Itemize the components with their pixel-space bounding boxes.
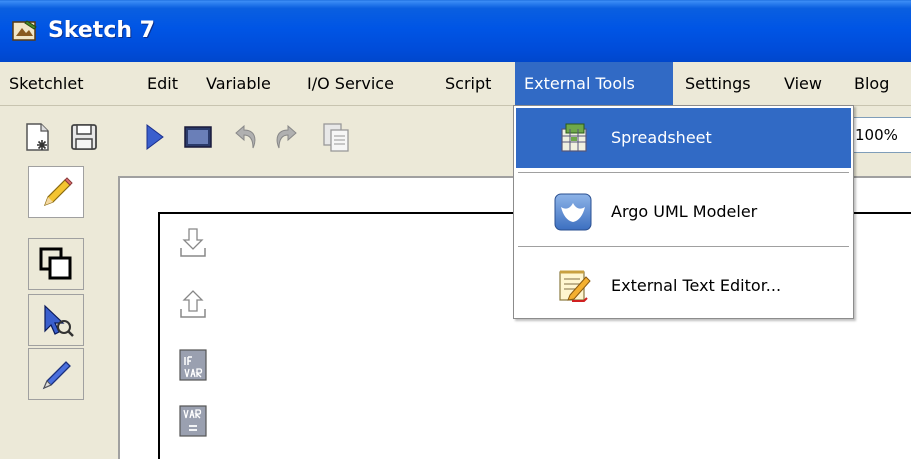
menu-separator <box>518 246 849 248</box>
window-title: Sketch 7 <box>48 18 155 43</box>
layers-icon <box>39 247 72 280</box>
menu-item-label: Argo UML Modeler <box>611 202 758 221</box>
menu-edit[interactable]: Edit <box>138 62 187 105</box>
pencil-tool-button[interactable] <box>28 166 84 218</box>
new-document-icon[interactable] <box>22 121 54 153</box>
menu-item-label: External Text Editor... <box>611 276 782 295</box>
menu-item-external-text-editor[interactable]: External Text Editor... <box>516 256 851 316</box>
menu-item-argo-uml[interactable]: Argo UML Modeler <box>516 182 851 242</box>
inspect-tool-button[interactable] <box>28 294 84 346</box>
tool-panel <box>0 166 115 459</box>
menu-script[interactable]: Script <box>436 62 500 105</box>
import-arrow-icon[interactable] <box>178 226 208 260</box>
menu-view[interactable]: View <box>775 62 831 105</box>
draw-tool-button[interactable] <box>28 348 84 400</box>
layers-tool-button[interactable] <box>28 238 84 290</box>
menu-variable[interactable]: Variable <box>197 62 280 105</box>
save-icon[interactable] <box>68 121 100 153</box>
menu-blog[interactable]: Blog <box>845 62 898 105</box>
menu-item-spreadsheet[interactable]: Spreadsheet <box>516 108 851 168</box>
pencil-icon <box>43 177 73 207</box>
title-bar: Sketch 7 <box>0 0 911 62</box>
undo-icon[interactable] <box>230 121 262 153</box>
menu-settings[interactable]: Settings <box>676 62 760 105</box>
menu-sketchlet[interactable]: Sketchlet <box>0 62 92 105</box>
spreadsheet-icon <box>561 123 587 152</box>
menu-separator <box>518 172 849 174</box>
menu-io-service[interactable]: I/O Service <box>298 62 403 105</box>
zoom-field[interactable]: 100% <box>850 117 911 153</box>
screen-icon[interactable] <box>182 121 214 153</box>
menu-external-tools[interactable]: External Tools <box>515 62 673 105</box>
pen-icon <box>42 361 71 390</box>
copy-icon[interactable] <box>320 121 352 153</box>
argo-uml-icon <box>554 193 592 231</box>
redo-icon[interactable] <box>270 121 302 153</box>
variable-assign-icon[interactable] <box>178 404 208 438</box>
sketch-app-icon <box>12 20 37 41</box>
pointer-zoom-icon <box>44 304 74 337</box>
text-editor-icon <box>559 270 591 302</box>
export-arrow-icon[interactable] <box>178 287 208 321</box>
menu-item-label: Spreadsheet <box>611 128 712 147</box>
external-tools-dropdown: Spreadsheet Argo UML Modeler External Te… <box>513 105 854 319</box>
play-icon[interactable] <box>138 121 170 153</box>
menu-bar: Sketchlet Edit Variable I/O Service Scri… <box>0 62 911 106</box>
if-variable-icon[interactable] <box>178 348 208 382</box>
